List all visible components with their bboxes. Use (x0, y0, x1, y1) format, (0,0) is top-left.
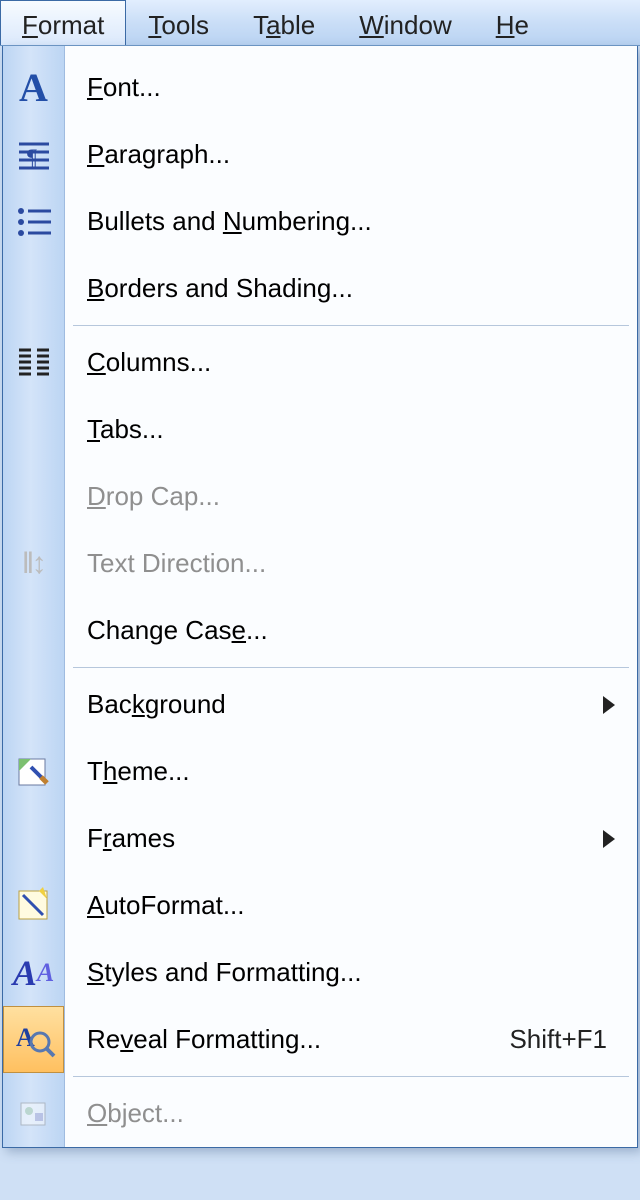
submenu-arrow-icon (603, 830, 615, 848)
menu-top-format[interactable]: Format (0, 0, 126, 45)
object-icon (12, 1092, 56, 1136)
menu-item-columns[interactable]: Columns... (65, 329, 637, 396)
menu-items: Font... Paragraph... Bullets and Numberi… (65, 46, 637, 1147)
menu-item-drop-cap: Drop Cap... (65, 463, 637, 530)
menu-item-styles-formatting[interactable]: Styles and Formatting... (65, 939, 637, 1006)
format-menu-dropdown: A ¶ ll↕ AA (2, 46, 638, 1148)
menu-item-autoformat[interactable]: AutoFormat... (65, 872, 637, 939)
menu-item-text-direction: Text Direction... (65, 530, 637, 597)
menu-item-font[interactable]: Font... (65, 54, 637, 121)
menu-item-background[interactable]: Background (65, 671, 637, 738)
font-icon: A (12, 66, 56, 110)
submenu-arrow-icon (603, 696, 615, 714)
text-direction-icon: ll↕ (12, 542, 56, 586)
menu-item-borders-shading[interactable]: Borders and Shading... (65, 255, 637, 322)
bullets-icon (12, 200, 56, 244)
menu-separator (73, 1076, 629, 1077)
menu-top-table[interactable]: Table (231, 0, 337, 45)
reveal-formatting-icon: A (12, 1018, 56, 1062)
menu-icon-strip: A ¶ ll↕ AA (3, 46, 65, 1147)
menu-item-change-case[interactable]: Change Case... (65, 597, 637, 664)
menu-item-paragraph[interactable]: Paragraph... (65, 121, 637, 188)
menu-top-window[interactable]: Window (337, 0, 473, 45)
menu-item-reveal-formatting[interactable]: Reveal Formatting...Shift+F1 (65, 1006, 637, 1073)
menu-top-help[interactable]: He (474, 0, 551, 45)
svg-text:¶: ¶ (27, 144, 37, 169)
theme-icon (12, 750, 56, 794)
menu-item-bullets-numbering[interactable]: Bullets and Numbering... (65, 188, 637, 255)
menu-item-tabs[interactable]: Tabs... (65, 396, 637, 463)
menu-separator (73, 325, 629, 326)
menu-item-frames[interactable]: Frames (65, 805, 637, 872)
menu-item-object: Object... (65, 1080, 637, 1147)
autoformat-icon (12, 884, 56, 928)
paragraph-icon: ¶ (12, 133, 56, 177)
menu-item-theme[interactable]: Theme... (65, 738, 637, 805)
menu-separator (73, 667, 629, 668)
columns-icon (12, 341, 56, 385)
menu-top-tools[interactable]: Tools (126, 0, 231, 45)
styles-icon: AA (12, 951, 56, 995)
menubar: Format Tools Table Window He (0, 0, 640, 46)
menu-shortcut: Shift+F1 (509, 1024, 627, 1055)
